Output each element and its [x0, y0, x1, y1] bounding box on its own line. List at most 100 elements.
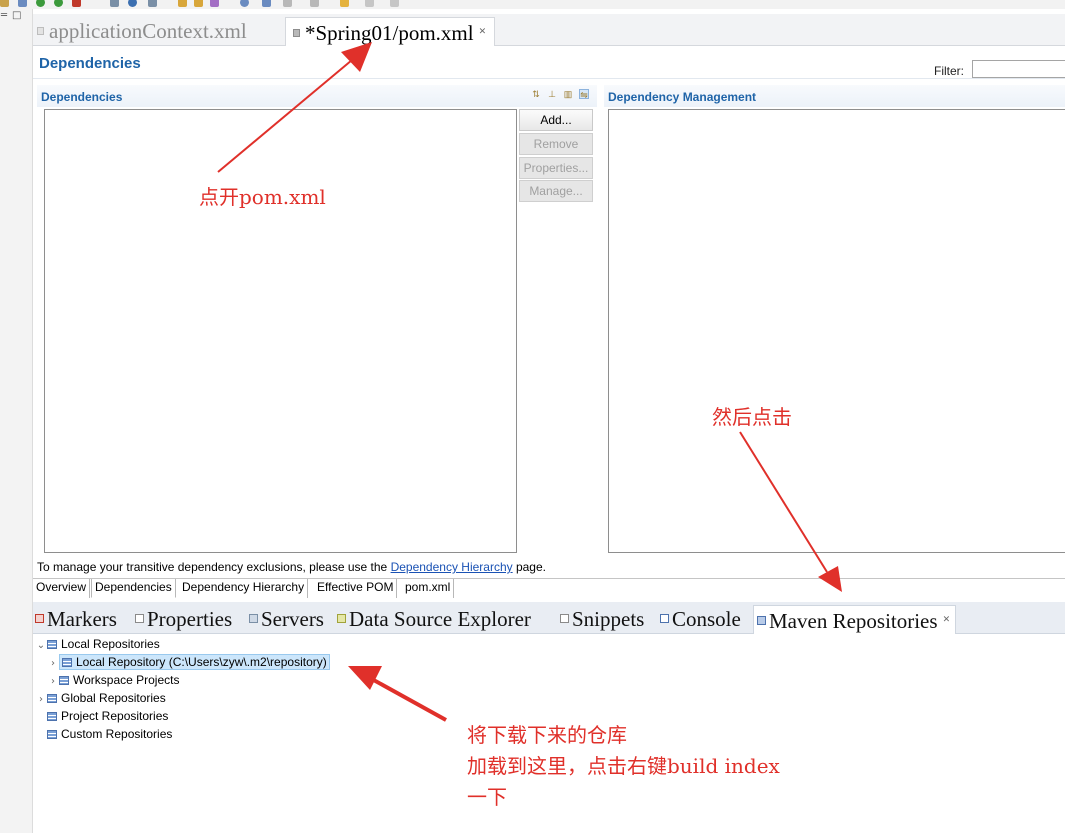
- tree-item-label: Local Repository (C:\Users\zyw\.m2\repos…: [59, 654, 330, 670]
- toolbar-open-icon[interactable]: [194, 0, 203, 7]
- tab-application-context[interactable]: applicationContext.xml: [37, 17, 247, 46]
- toolbar-web-icon[interactable]: [128, 0, 137, 7]
- toolbar-last-edit-icon[interactable]: [390, 0, 399, 7]
- add-button[interactable]: Add...: [519, 109, 593, 131]
- tab-label: Properties: [147, 607, 233, 631]
- close-icon[interactable]: ✕: [943, 615, 951, 625]
- dependencies-section-header: Dependencies: [37, 85, 597, 107]
- tree-item-project-repositories[interactable]: Project Repositories: [35, 707, 168, 725]
- tree-item-label: Global Repositories: [61, 691, 166, 705]
- hint-text: To manage your transitive dependency exc…: [37, 560, 391, 574]
- show-inherited-icon[interactable]: ▥: [563, 89, 573, 99]
- tab-data-source-explorer[interactable]: Data Source Explorer: [337, 605, 531, 634]
- dependency-hierarchy-link[interactable]: Dependency Hierarchy: [391, 560, 513, 574]
- toolbar-settings-icon[interactable]: [18, 0, 27, 7]
- hint-text-end: page.: [512, 560, 546, 574]
- annotation-load-repo-line2: 加载到这里，点击右键build index: [467, 754, 780, 778]
- dependencies-list[interactable]: [44, 109, 517, 553]
- pom-file-icon: [293, 29, 300, 37]
- toolbar-forward-icon[interactable]: [365, 0, 374, 7]
- filter-input[interactable]: [972, 60, 1065, 78]
- tab-label: *Spring01/pom.xml: [305, 21, 474, 45]
- dependencies-section-toolbar: ⇅ ⊥ ▥ ⇋: [531, 89, 589, 100]
- minimize-icon[interactable]: ═: [1, 11, 7, 21]
- dependency-management-section-title: Dependency Management: [608, 90, 757, 104]
- dependency-management-list[interactable]: [608, 109, 1065, 553]
- annotation-open-pom: 点开pom.xml: [199, 185, 326, 209]
- console-icon: [660, 614, 669, 623]
- manage-button[interactable]: Manage...: [519, 180, 593, 202]
- filter-label: Filter:: [934, 64, 964, 78]
- tab-dependencies[interactable]: Dependencies: [91, 579, 176, 598]
- properties-icon: [135, 614, 144, 623]
- toolbar-pin-icon[interactable]: [283, 0, 292, 7]
- toolbar-search-icon[interactable]: [148, 0, 157, 7]
- toolbar-gear-icon[interactable]: [240, 0, 249, 7]
- tree-item-custom-repositories[interactable]: Custom Repositories: [35, 725, 172, 743]
- tab-effective-pom[interactable]: Effective POM: [314, 579, 398, 598]
- views-tab-bar: Markers Properties Servers Data Source E…: [33, 602, 1065, 634]
- toolbar-tool-icon[interactable]: [0, 0, 9, 7]
- tab-pom-xml-source[interactable]: pom.xml: [402, 579, 455, 598]
- filter-toggle-icon[interactable]: ⇋: [579, 89, 589, 100]
- toolbar-wand-icon[interactable]: [210, 0, 219, 7]
- snippets-icon: [560, 614, 569, 623]
- toolbar-next-annotation-icon[interactable]: [310, 0, 319, 7]
- servers-icon: [249, 614, 258, 623]
- main-toolbar: [0, 0, 1065, 9]
- pom-editor-page-tabs: Overview Dependencies Dependency Hierarc…: [33, 578, 1065, 598]
- tree-item-local-repositories[interactable]: ⌄ Local Repositories: [35, 635, 160, 653]
- tree-item-workspace-projects[interactable]: › Workspace Projects: [47, 671, 179, 689]
- tab-servers[interactable]: Servers: [249, 605, 324, 634]
- toolbar-server-icon[interactable]: [72, 0, 81, 7]
- group-icon[interactable]: ⊥: [547, 89, 557, 99]
- tab-label: Data Source Explorer: [349, 607, 531, 631]
- toolbar-back-icon[interactable]: [340, 0, 349, 7]
- tab-label: Snippets: [572, 607, 645, 631]
- tab-label: applicationContext.xml: [49, 19, 247, 43]
- tab-markers[interactable]: Markers: [35, 605, 117, 634]
- editor-tab-bar: applicationContext.xml *Spring01/pom.xml…: [33, 14, 1065, 46]
- repository-icon: [62, 658, 72, 667]
- toolbar-run-icon[interactable]: [36, 0, 45, 7]
- remove-button[interactable]: Remove: [519, 133, 593, 155]
- markers-icon: [35, 614, 44, 623]
- tree-item-global-repositories[interactable]: › Global Repositories: [35, 689, 166, 707]
- close-icon[interactable]: ✕: [479, 27, 487, 37]
- tab-console[interactable]: Console: [660, 605, 741, 634]
- tree-item-label: Workspace Projects: [73, 673, 180, 687]
- tree-item-local-repository[interactable]: › Local Repository (C:\Users\zyw\.m2\repo…: [47, 653, 330, 671]
- tab-properties[interactable]: Properties: [135, 605, 232, 634]
- maximize-icon[interactable]: □: [12, 11, 21, 21]
- tab-label: Maven Repositories: [769, 609, 938, 633]
- tree-item-label: Project Repositories: [61, 709, 169, 723]
- xml-file-icon: [37, 27, 44, 35]
- repository-icon: [47, 730, 57, 739]
- page-title: Dependencies: [39, 55, 141, 72]
- annotation-then-click: 然后点击: [712, 405, 792, 429]
- tree-item-label: Custom Repositories: [61, 727, 173, 741]
- maven-repositories-icon: [757, 616, 766, 625]
- properties-button[interactable]: Properties...: [519, 157, 593, 179]
- dependency-management-section-header: Dependency Management: [604, 85, 1065, 107]
- left-trim-bar: [0, 9, 33, 833]
- toolbar-annotation-icon[interactable]: [262, 0, 271, 7]
- tab-dependency-hierarchy[interactable]: Dependency Hierarchy: [179, 579, 309, 598]
- repository-icon: [47, 694, 57, 703]
- data-source-icon: [337, 614, 346, 623]
- tab-label: Servers: [261, 607, 324, 631]
- repository-icon: [59, 676, 69, 685]
- toolbar-debug-icon[interactable]: [54, 0, 63, 7]
- sort-icon[interactable]: ⇅: [531, 89, 541, 99]
- dependencies-section-title: Dependencies: [41, 90, 123, 104]
- toolbar-folder-icon[interactable]: [178, 0, 187, 7]
- tab-snippets[interactable]: Snippets: [560, 605, 644, 634]
- expand-chevron-icon[interactable]: ⌄: [35, 637, 47, 655]
- form-page-header: Dependencies Filter:: [33, 47, 1065, 79]
- tab-overview[interactable]: Overview: [33, 579, 91, 598]
- annotation-load-repo-line3: 一下: [467, 785, 507, 809]
- tab-pom-xml[interactable]: *Spring01/pom.xml ✕: [285, 17, 496, 46]
- toolbar-new-icon[interactable]: [110, 0, 119, 7]
- repository-icon: [47, 712, 57, 721]
- tab-maven-repositories[interactable]: Maven Repositories ✕: [753, 605, 957, 634]
